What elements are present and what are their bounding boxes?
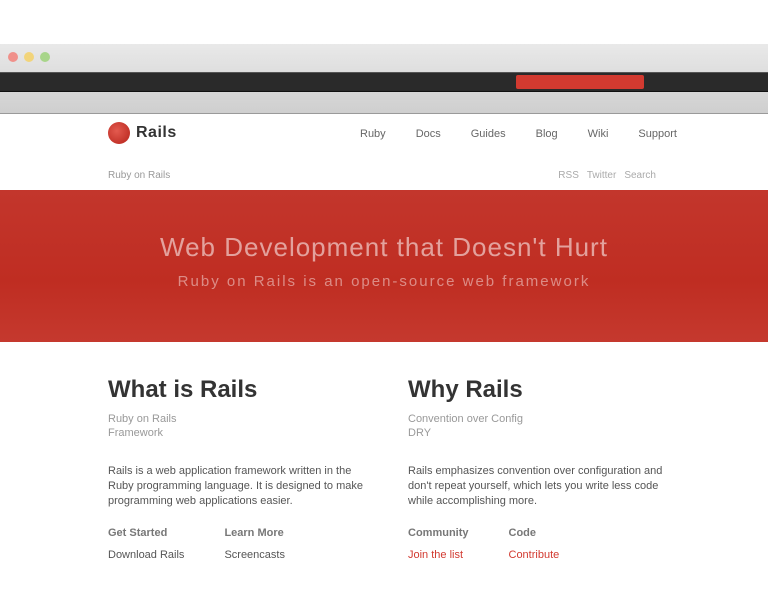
link-group-title: Learn More: [224, 527, 284, 539]
main-nav: Ruby Docs Guides Blog Wiki Support: [360, 128, 677, 140]
link-group-link[interactable]: Contribute: [509, 549, 560, 561]
link-group: Code Contribute: [509, 527, 560, 561]
nav-item-support[interactable]: Support: [638, 128, 677, 140]
browser-chrome: [0, 44, 768, 114]
window-controls: [8, 52, 50, 62]
nav-item-ruby[interactable]: Ruby: [360, 128, 386, 140]
sub-header: Ruby on Rails RSS Twitter Search: [0, 166, 768, 188]
link-group-title: Code: [508, 527, 537, 539]
logo-icon: [108, 122, 130, 144]
column-meta-line: Convention over Config: [408, 413, 523, 425]
nav-item-guides[interactable]: Guides: [471, 128, 506, 140]
column-why: Why Rails Convention over Config DRY Rai…: [408, 376, 668, 561]
link-group: Get Started Download Rails: [108, 527, 184, 561]
link-group-link[interactable]: Screencasts: [224, 549, 285, 561]
sub-header-label: Ruby on Rails: [108, 170, 171, 181]
link-group-link[interactable]: Download Rails: [108, 549, 184, 561]
minimize-window-button[interactable]: [24, 52, 34, 62]
link-group-title: Community: [408, 527, 469, 539]
hero-subtitle: Ruby on Rails is an open-source web fram…: [177, 273, 591, 290]
site-header: Rails Ruby Docs Guides Blog Wiki Support: [0, 114, 768, 166]
link-group-title: Get Started: [108, 527, 168, 539]
zoom-window-button[interactable]: [40, 52, 50, 62]
column-links: Community Join the list Code Contribute: [408, 527, 668, 561]
hero-banner: Web Development that Doesn't Hurt Ruby o…: [0, 190, 768, 342]
hero-title: Web Development that Doesn't Hurt: [160, 232, 608, 262]
column-meta-line: Framework: [108, 427, 164, 439]
logo-text: Rails: [136, 124, 177, 141]
column-meta-line: Ruby on Rails: [108, 413, 177, 425]
twitter-link[interactable]: Twitter: [587, 170, 616, 181]
highlighted-bookmark[interactable]: [516, 75, 644, 89]
column-links: Get Started Download Rails Learn More Sc…: [108, 527, 368, 561]
nav-item-docs[interactable]: Docs: [416, 128, 441, 140]
link-group: Learn More Screencasts: [224, 527, 285, 561]
rss-link[interactable]: RSS: [558, 170, 579, 181]
column-body: Rails is a web application framework wri…: [108, 465, 363, 507]
column-title: Why Rails: [408, 376, 523, 403]
close-window-button[interactable]: [8, 52, 18, 62]
site-logo[interactable]: Rails: [108, 122, 177, 144]
link-group: Community Join the list: [408, 527, 469, 561]
content-columns: What is Rails Ruby on Rails Framework Ra…: [108, 376, 668, 561]
nav-item-blog[interactable]: Blog: [536, 128, 558, 140]
column-title: What is Rails: [108, 376, 258, 403]
column-what: What is Rails Ruby on Rails Framework Ra…: [108, 376, 368, 561]
bookmarks-bar: [0, 72, 768, 92]
column-body: Rails emphasizes convention over configu…: [408, 465, 663, 507]
link-group-link[interactable]: Join the list: [408, 549, 469, 561]
nav-item-wiki[interactable]: Wiki: [588, 128, 609, 140]
sub-header-links: RSS Twitter Search: [558, 170, 656, 181]
column-meta-line: DRY: [408, 427, 432, 439]
search-link[interactable]: Search: [624, 170, 656, 181]
